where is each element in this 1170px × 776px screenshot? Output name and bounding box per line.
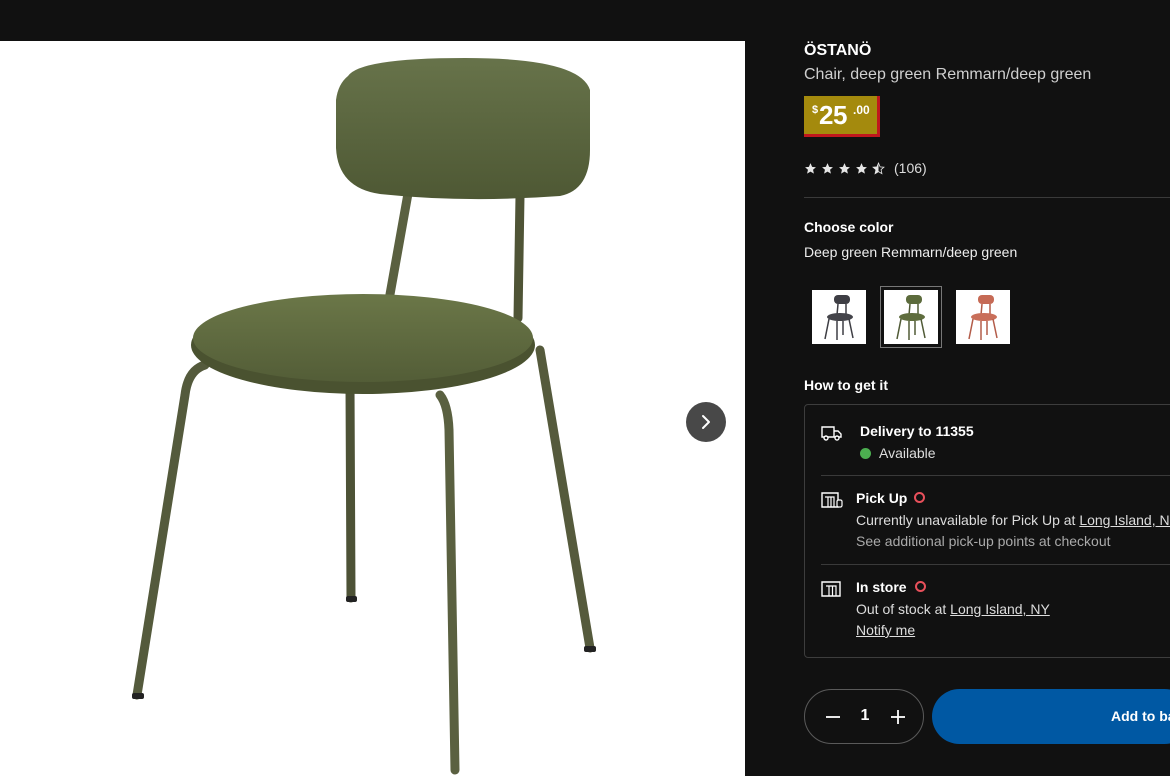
instore-status-line: Out of stock at Long Island, NY <box>856 601 1050 617</box>
rating-stars <box>804 161 885 175</box>
divider <box>804 197 1170 198</box>
product-info-panel: ÖSTANÖ Chair, deep green Remmarn/deep gr… <box>804 0 1170 776</box>
star-icon <box>839 162 850 174</box>
in-store-icon <box>821 581 841 597</box>
divider <box>821 564 1170 565</box>
quantity-stepper: 1 <box>804 689 924 744</box>
divider <box>821 475 1170 476</box>
star-icon <box>822 162 833 174</box>
pickup-store-icon <box>821 492 843 508</box>
how-to-get-it-heading: How to get it <box>804 377 888 393</box>
add-to-bag-label: Add to bag <box>1111 708 1170 724</box>
availability-box: Delivery to 11355 Available Pick Up Curr… <box>804 404 1170 658</box>
color-swatch-deep-green[interactable] <box>880 286 942 348</box>
plus-icon[interactable] <box>887 706 909 728</box>
chevron-right-icon <box>702 415 710 429</box>
price-integer: 25 <box>819 100 847 130</box>
delivery-title: Delivery to 11355 <box>860 423 974 439</box>
product-image-gallery <box>0 41 745 776</box>
chair-thumbnail <box>824 295 854 340</box>
pickup-status-text: Currently unavailable for Pick Up at <box>856 512 1080 528</box>
color-swatch-red-brown[interactable] <box>956 290 1010 344</box>
product-image <box>132 58 596 775</box>
chair-thumbnail <box>896 295 926 340</box>
color-swatch-dark-gray[interactable] <box>812 290 866 344</box>
choose-color-heading: Choose color <box>804 219 894 235</box>
minus-icon[interactable] <box>822 706 844 728</box>
price-tag: $ 25 .00 <box>804 96 880 137</box>
delivery-truck-icon <box>821 426 842 441</box>
rating-count: (106) <box>894 160 927 176</box>
star-icon <box>805 162 816 174</box>
pickup-note: See additional pick-up points at checkou… <box>856 533 1111 549</box>
product-rating[interactable]: (106) <box>804 160 927 176</box>
pickup-status-line: Currently unavailable for Pick Up at Lon… <box>856 512 1170 528</box>
product-name: ÖSTANÖ <box>804 42 872 59</box>
notify-row: Notify me <box>856 622 915 638</box>
add-to-bag-button[interactable]: Add to bag <box>932 689 1170 744</box>
chair-thumbnail <box>968 295 998 340</box>
star-icon <box>856 162 867 174</box>
available-status-dot <box>860 448 871 459</box>
instore-title: In store <box>856 579 907 595</box>
instore-store-link[interactable]: Long Island, NY <box>950 601 1050 617</box>
instore-status-text: Out of stock at <box>856 601 951 617</box>
price-currency: $ <box>812 104 819 116</box>
notify-me-link[interactable]: Notify me <box>856 622 915 638</box>
price-decimal: .00 <box>853 103 870 117</box>
delivery-status: Available <box>879 445 936 461</box>
pickup-title: Pick Up <box>856 490 908 506</box>
product-description: Chair, deep green Remmarn/deep green <box>804 66 1092 83</box>
selected-color-label: Deep green Remmarn/deep green <box>804 244 1018 260</box>
half-star-icon <box>872 161 885 174</box>
next-image-button[interactable] <box>686 402 726 442</box>
unavailable-status-ring <box>914 492 925 503</box>
quantity-value[interactable]: 1 <box>855 707 875 725</box>
pickup-store-link[interactable]: Long Island, NY <box>1079 512 1170 528</box>
unavailable-status-ring <box>915 581 926 592</box>
